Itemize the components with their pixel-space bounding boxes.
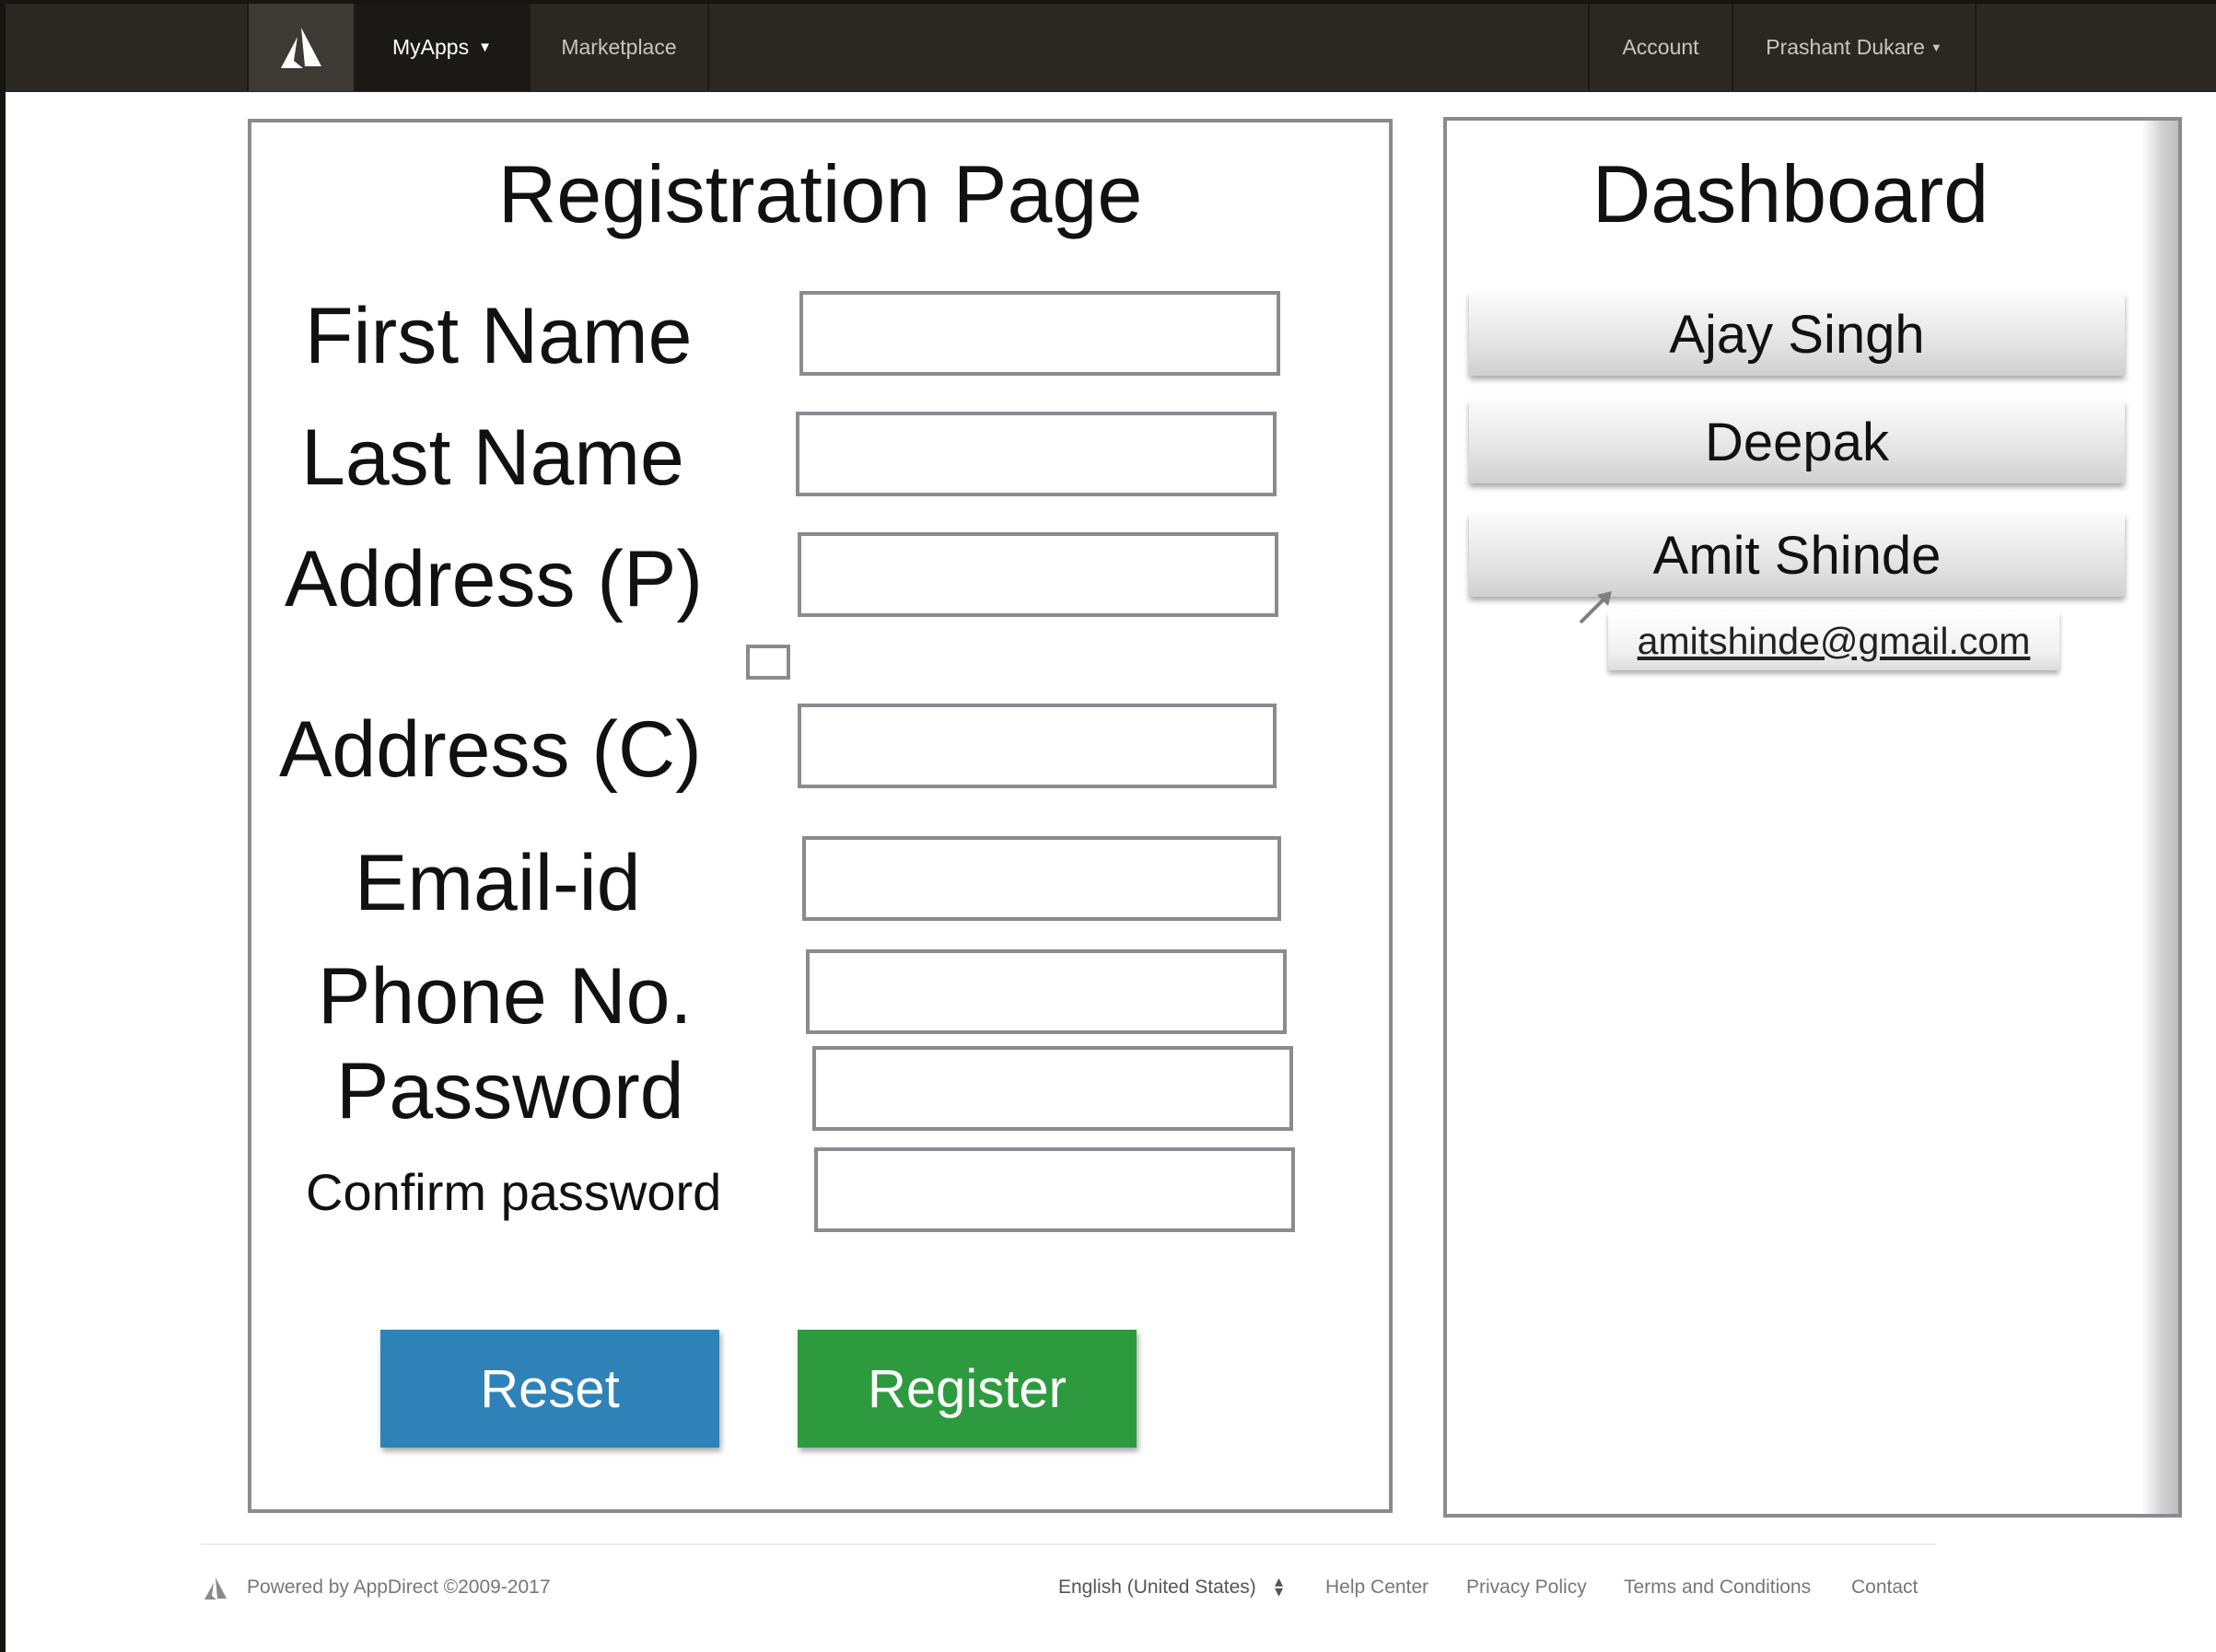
first-name-input[interactable] [799, 291, 1280, 376]
phone-label: Phone No. [318, 952, 693, 1041]
top-navbar: MyApps ▼ Marketplace Account Prashant Du… [0, 0, 2216, 92]
footer-link-help-center[interactable]: Help Center [1325, 1576, 1429, 1599]
window-edge [0, 0, 6, 1652]
user-item-amit-shinde[interactable]: Amit Shinde [1469, 514, 2125, 597]
home-logo-button[interactable] [247, 4, 354, 91]
confirm-password-label: Confirm password [306, 1163, 722, 1221]
confirm-password-input[interactable] [814, 1147, 1295, 1232]
password-label: Password [336, 1047, 684, 1135]
nav-account[interactable]: Account [1588, 4, 1732, 91]
nav-myapps-label: MyApps [392, 35, 470, 59]
last-name-input[interactable] [796, 412, 1277, 496]
registration-title: Registration Page [497, 148, 1143, 239]
footer-link-privacy-policy[interactable]: Privacy Policy [1466, 1576, 1587, 1599]
footer-divider [201, 1543, 1936, 1545]
sort-arrows-icon[interactable]: ▴ ▾ [1275, 1573, 1283, 1600]
dashboard-title: Dashboard [1592, 148, 1989, 239]
last-name-label: Last Name [301, 413, 684, 502]
powered-by-text: Powered by AppDirect ©2009-2017 [247, 1576, 551, 1598]
user-item-deepak[interactable]: Deepak [1469, 401, 2125, 483]
appdirect-logo-icon [281, 27, 321, 68]
user-item-ajay-singh[interactable]: Ajay Singh [1469, 293, 2125, 376]
nav-account-label: Account [1622, 35, 1699, 59]
phone-input[interactable] [806, 949, 1287, 1034]
email-tooltip-link[interactable]: amitshinde@gmail.com [1608, 611, 2059, 670]
address-p-input[interactable] [798, 532, 1278, 617]
nav-marketplace[interactable]: Marketplace [529, 4, 709, 91]
language-selector[interactable]: English (United States) [1058, 1576, 1256, 1599]
reset-button[interactable]: Reset [380, 1330, 719, 1448]
nav-user-label: Prashant Dukare [1766, 35, 1925, 59]
first-name-label: First Name [305, 292, 693, 380]
nav-myapps[interactable]: MyApps ▼ [354, 4, 529, 91]
nav-marketplace-label: Marketplace [561, 35, 677, 59]
dashboard-scrollbar[interactable] [2141, 121, 2178, 1514]
chevron-down-icon: ▼ [1930, 41, 1942, 54]
address-c-label: Address (C) [279, 705, 702, 794]
password-input[interactable] [812, 1046, 1293, 1131]
same-address-checkbox[interactable] [746, 645, 790, 680]
nav-user-menu[interactable]: Prashant Dukare ▼ [1732, 4, 1977, 91]
chevron-down-icon: ▼ [478, 40, 492, 55]
register-button[interactable]: Register [798, 1330, 1137, 1448]
footer-link-terms[interactable]: Terms and Conditions [1624, 1576, 1811, 1599]
address-c-input[interactable] [798, 704, 1277, 788]
email-input[interactable] [802, 836, 1281, 921]
appdirect-logo-icon [204, 1577, 227, 1600]
window-edge-top [0, 0, 2216, 4]
address-p-label: Address (P) [285, 535, 704, 623]
email-label: Email-id [355, 839, 641, 927]
footer-link-contact[interactable]: Contact [1851, 1576, 1918, 1599]
